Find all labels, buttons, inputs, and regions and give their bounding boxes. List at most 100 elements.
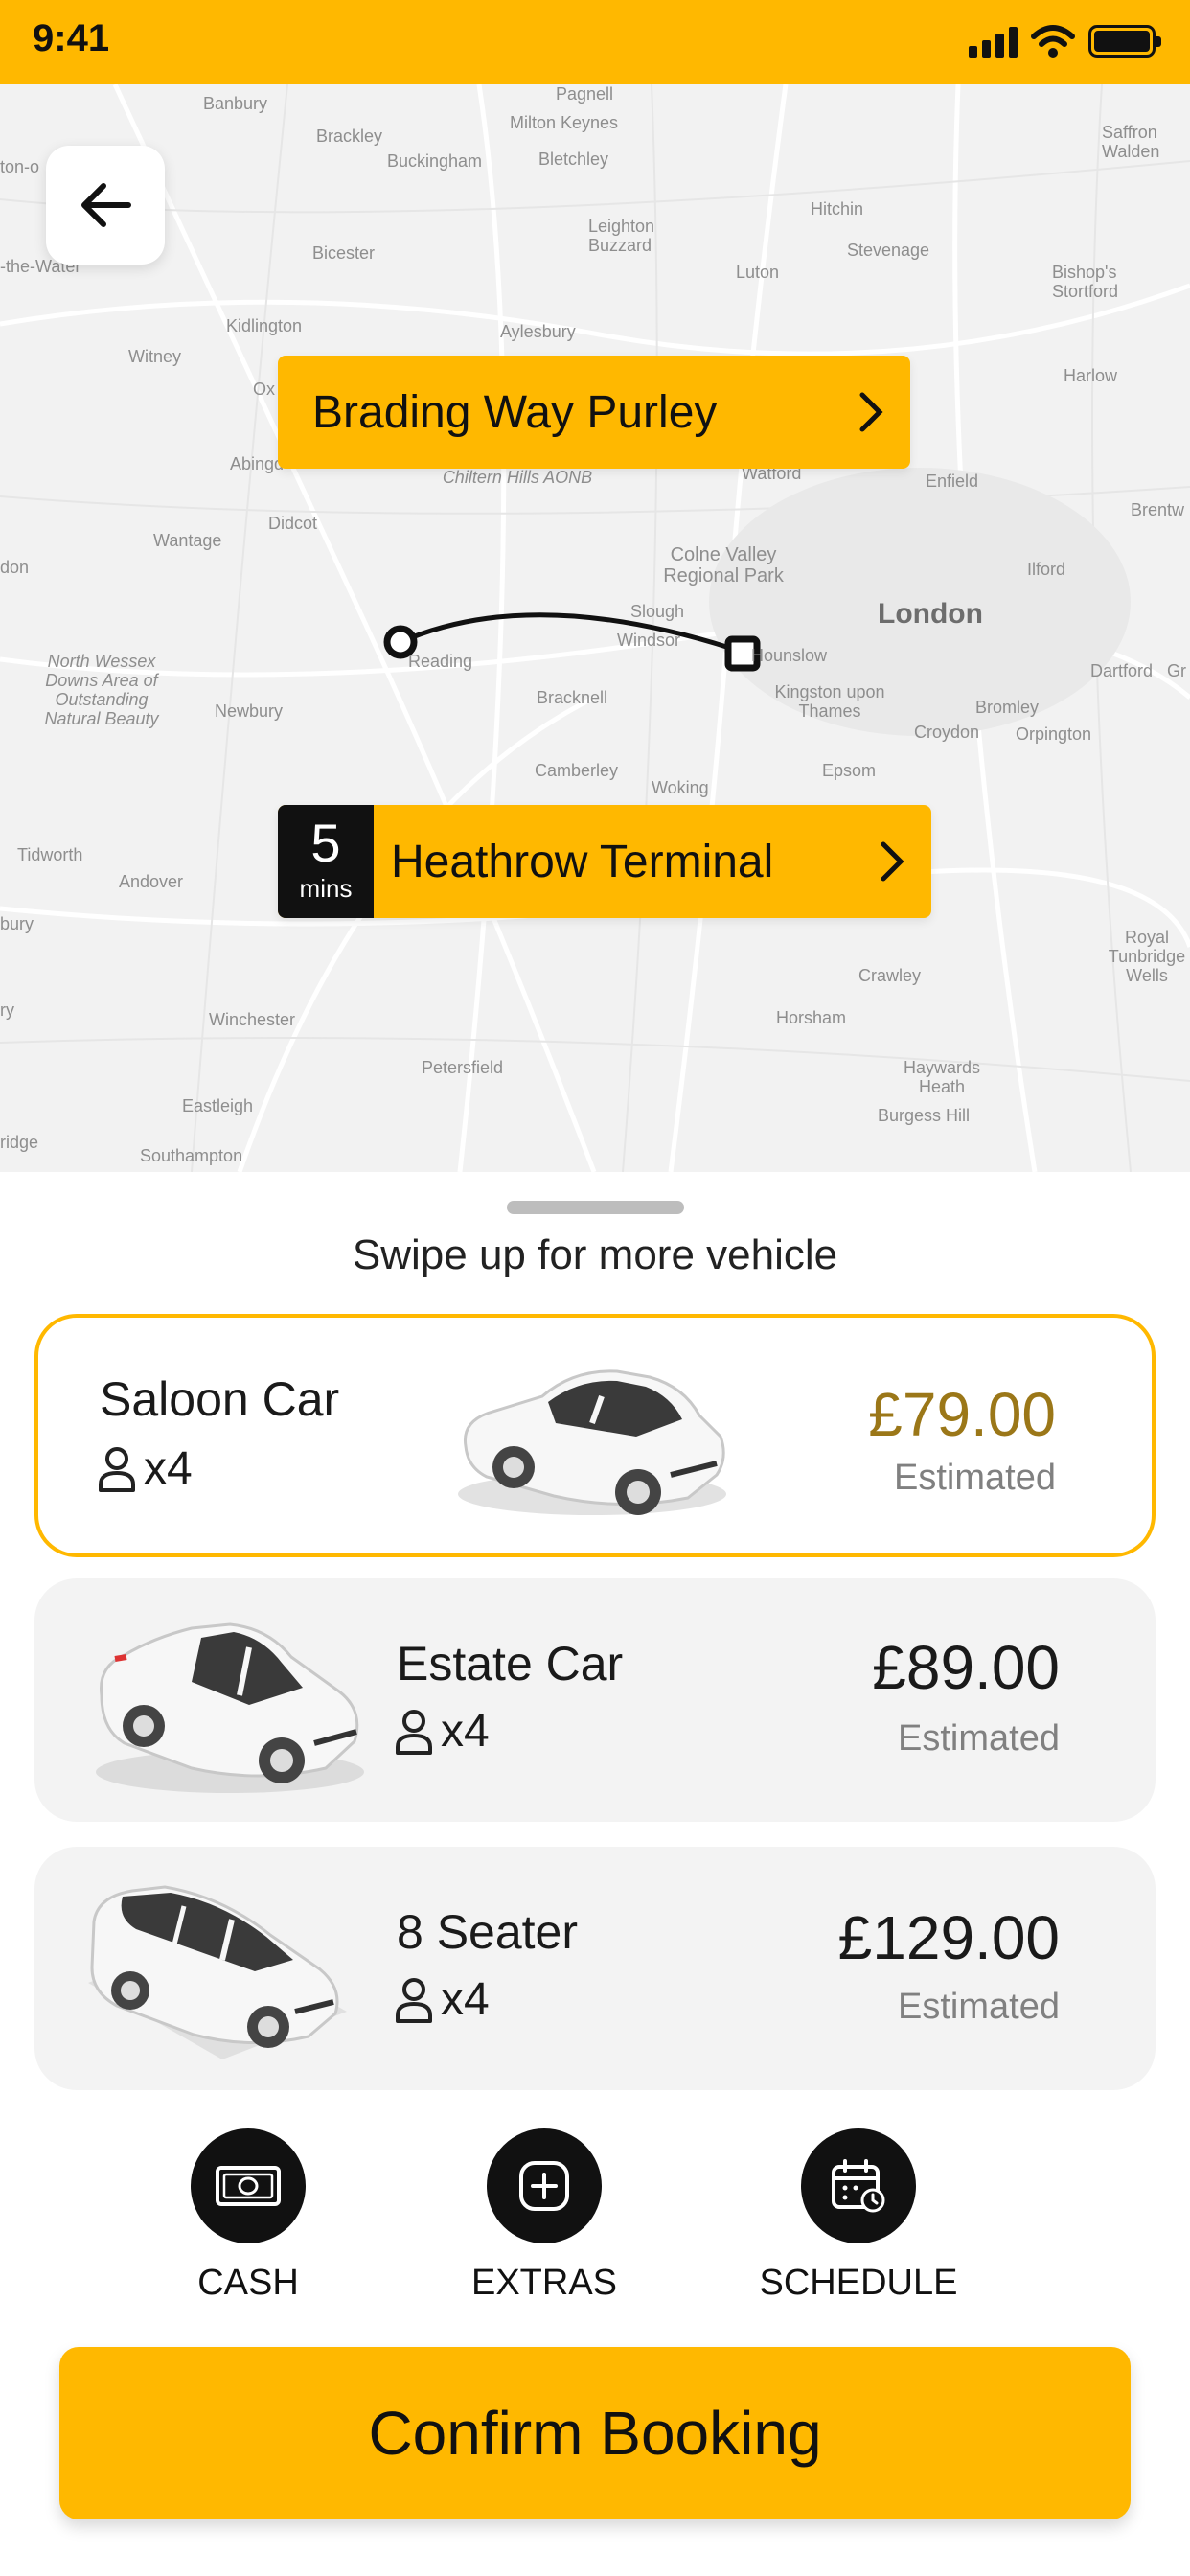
eta-value: 5 <box>310 813 341 873</box>
dropoff-location-pill[interactable]: 5 mins Heathrow Terminal <box>278 805 931 918</box>
price-estimated-label: Estimated <box>898 1987 1060 2027</box>
extras-label: EXTRAS <box>470 2263 618 2303</box>
map-label: Reading <box>408 652 473 671</box>
map-label: Epsom <box>822 761 877 780</box>
map-label: Bicester <box>312 243 376 263</box>
map-label: Stevenage <box>847 241 930 260</box>
person-icon <box>99 1446 135 1492</box>
map-label: Windsor <box>617 631 681 650</box>
vehicle-name: Saloon Car <box>100 1372 340 1426</box>
cash-label: CASH <box>197 2263 299 2303</box>
passenger-count: x4 <box>441 1974 490 2025</box>
map-label: Dartford <box>1090 661 1154 680</box>
map-label: ton-o <box>0 157 40 176</box>
map-label-london: London <box>878 598 983 630</box>
vehicle-name: 8 Seater <box>397 1905 579 1959</box>
minivan-image <box>88 1885 347 2059</box>
confirm-booking-button[interactable]: Confirm Booking <box>59 2347 1131 2519</box>
passenger-count: x4 <box>144 1443 193 1494</box>
calendar-icon <box>832 2159 885 2213</box>
eta-badge: 5 mins <box>278 805 374 918</box>
map-label: Chiltern Hills AONB <box>442 468 593 487</box>
cellular-signal-icon <box>969 25 1018 58</box>
swipe-hint: Swipe up for more vehicle <box>352 1231 838 1278</box>
map-label: Haywards Heath <box>903 1058 981 1096</box>
vehicle-sheet[interactable]: Swipe up for more vehicle Saloon Car x4 … <box>0 1172 1190 2576</box>
chevron-right-icon <box>859 392 883 432</box>
map-label: Brentw <box>1131 500 1185 519</box>
map-label: Bromley <box>975 698 1040 717</box>
map-label: Didcot <box>268 514 318 533</box>
eta-unit: mins <box>299 874 353 903</box>
map-label: Gr <box>1167 661 1186 680</box>
map-label: Banbury <box>203 94 268 113</box>
extras-button[interactable]: EXTRAS <box>429 2128 659 2304</box>
person-icon <box>396 1709 432 1755</box>
person-icon <box>396 1977 432 2023</box>
map-label: Kidlington <box>226 316 303 335</box>
battery-icon <box>1088 25 1161 58</box>
route-map[interactable]: Banbury Pagnell Milton Keynes Brackley B… <box>0 84 1190 1172</box>
map-label: Ox <box>253 380 276 399</box>
map-label: Camberley <box>535 761 619 780</box>
schedule-icon-circle[interactable] <box>801 2128 916 2243</box>
map-label: Eastleigh <box>182 1096 254 1116</box>
map-label: Slough <box>630 602 685 621</box>
sheet-drag-handle[interactable] <box>507 1201 684 1214</box>
vehicle-option-8-seater[interactable]: 8 Seater x4 £129.00 Estimated <box>34 1847 1156 2090</box>
cash-icon-circle[interactable] <box>191 2128 306 2243</box>
map-label: Harlow <box>1064 366 1118 385</box>
map-label: Buckingham <box>387 151 483 171</box>
vehicle-price: £89.00 <box>872 1633 1060 1702</box>
saloon-car-image <box>458 1369 726 1515</box>
map-label: Bracknell <box>537 688 608 707</box>
dropoff-location-label: Heathrow Terminal <box>391 836 774 887</box>
arrow-left-icon <box>81 183 131 227</box>
price-estimated-label: Estimated <box>894 1458 1056 1498</box>
map-label: Southampton <box>140 1146 243 1165</box>
map-label: Bishop's Stortford <box>1052 263 1119 301</box>
map-label: Saffron Walden <box>1102 123 1160 161</box>
map-label: ry <box>0 1000 14 1020</box>
status-time: 9:41 <box>33 17 110 59</box>
status-bar: 9:41 <box>0 0 1190 84</box>
vehicle-option-estate[interactable]: Estate Car x4 £89.00 Estimated <box>34 1578 1156 1822</box>
map-label: Milton Keynes <box>510 113 619 132</box>
cash-icon <box>216 2166 281 2206</box>
pickup-location-label: Brading Way Purley <box>312 386 718 438</box>
map-label: Petersfield <box>422 1058 504 1077</box>
map-label: Hounslow <box>751 646 828 665</box>
map-label: Tidworth <box>17 845 83 864</box>
map-label: Luton <box>736 263 780 282</box>
map-label: Witney <box>128 347 182 366</box>
back-button[interactable] <box>46 146 165 264</box>
map-label: Brackley <box>316 126 383 146</box>
map-label: Leighton Buzzard <box>588 217 655 255</box>
pickup-location-pill[interactable]: Brading Way Purley <box>278 356 910 469</box>
map-label: Woking <box>652 778 709 797</box>
map-label: Hitchin <box>811 199 864 218</box>
passenger-capacity: x4 <box>98 1442 193 1495</box>
cash-button[interactable]: CASH <box>133 2128 363 2304</box>
map-label: Winchester <box>209 1010 296 1029</box>
passenger-count: x4 <box>441 1706 490 1757</box>
status-icons <box>969 25 1161 58</box>
map-label: Colne Valley Regional Park <box>663 544 784 586</box>
map-label: Bletchley <box>538 150 609 169</box>
map-label: Pagnell <box>556 84 614 104</box>
extras-icon-circle[interactable] <box>487 2128 602 2243</box>
map-label: Aylesbury <box>500 322 576 341</box>
map-label: Newbury <box>215 702 284 721</box>
booking-options: CASH EXTRAS SCHEDULE <box>0 2128 1190 2339</box>
map-label: North Wessex Downs Area of Outstanding N… <box>44 652 159 728</box>
schedule-label: SCHEDULE <box>759 2263 958 2303</box>
map-label: Crawley <box>858 966 922 985</box>
schedule-button[interactable]: SCHEDULE <box>744 2128 973 2304</box>
estate-car-image <box>96 1622 364 1793</box>
wifi-icon <box>1031 25 1075 58</box>
passenger-capacity: x4 <box>395 1705 490 1758</box>
map-label: Horsham <box>776 1008 847 1027</box>
vehicle-name: Estate Car <box>397 1637 624 1690</box>
map-label: Orpington <box>1016 724 1092 744</box>
vehicle-option-saloon[interactable]: Saloon Car x4 £79.00 Estimated <box>34 1314 1156 1557</box>
